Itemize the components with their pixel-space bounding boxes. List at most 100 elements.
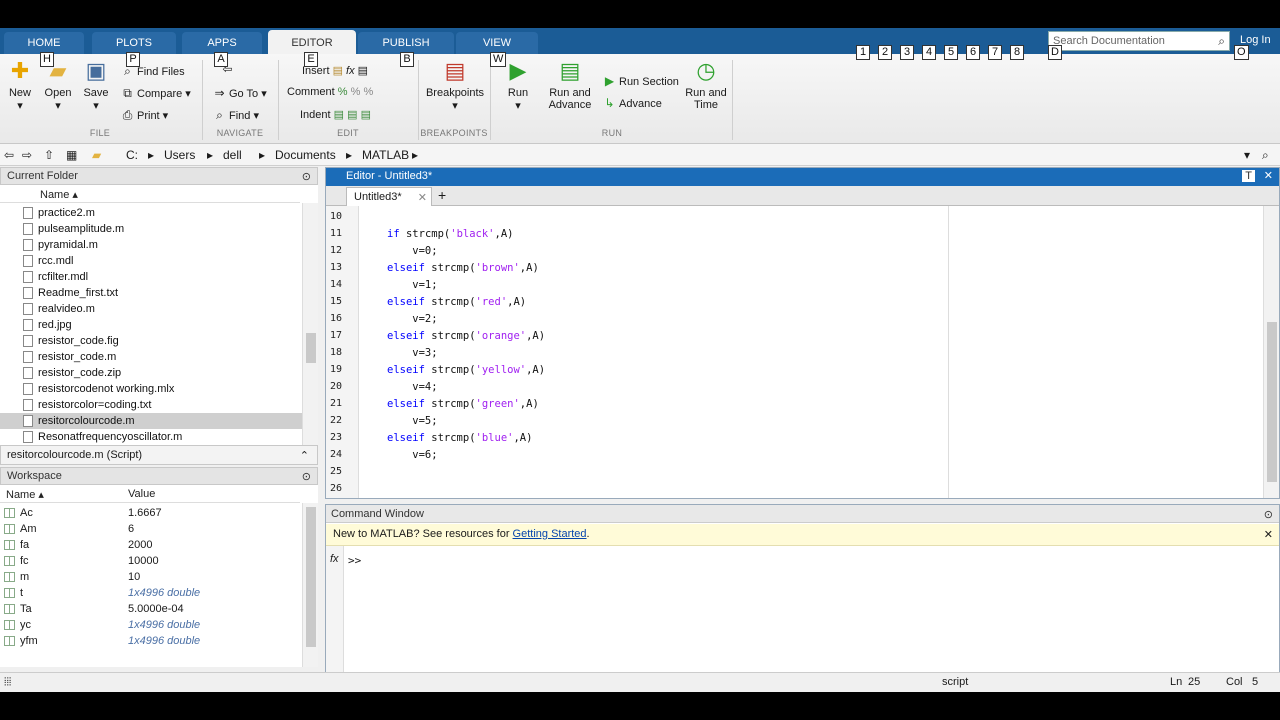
run-and-advance-button[interactable]: ▤ Run and Advance — [544, 58, 596, 111]
find-button[interactable]: ⌕ Find ▾ — [212, 108, 259, 123]
folder-scrollbar[interactable] — [302, 203, 318, 445]
code-line[interactable]: v=0; — [387, 245, 437, 257]
file-item[interactable]: red.jpg — [0, 317, 302, 333]
address-search-icon[interactable]: ⌕ — [1262, 148, 1269, 163]
collapse-details-icon[interactable]: ⌃ — [300, 449, 309, 462]
code-line[interactable]: elseif strcmp('green',A) — [387, 398, 539, 410]
quick-access-key-6[interactable]: 6 — [966, 45, 980, 60]
file-item[interactable]: rcc.mdl — [0, 253, 302, 269]
code-line[interactable]: elseif strcmp('yellow',A) — [387, 364, 545, 376]
code-line[interactable]: v=5; — [387, 415, 437, 427]
workspace-scrollbar[interactable] — [302, 503, 318, 667]
pane-menu-icon[interactable]: ⊙ — [1264, 508, 1273, 521]
variable-row[interactable]: Ta 5.0000e-04 — [0, 601, 302, 617]
breadcrumb-2[interactable]: dell — [223, 148, 242, 162]
tab-editor[interactable]: EDITOR — [268, 30, 356, 54]
new-tab-icon[interactable]: + — [438, 187, 446, 203]
breadcrumb-arrow-icon[interactable]: ▸ — [259, 148, 265, 162]
fx-icon[interactable]: fx — [330, 553, 339, 565]
file-item[interactable]: resistorcolor=coding.txt — [0, 397, 302, 413]
run-and-time-button[interactable]: ◷ Run and Time — [682, 58, 730, 111]
tab-view[interactable]: VIEW — [456, 32, 538, 54]
pane-menu-icon[interactable]: ⊙ — [302, 470, 311, 483]
breadcrumb-arrow-icon[interactable]: ▸ — [148, 148, 154, 162]
editor-undock-icon[interactable]: T — [1242, 170, 1255, 182]
quick-access-key-2[interactable]: 2 — [878, 45, 892, 60]
breakpoints-button[interactable]: ▤ Breakpoints ▾ — [424, 58, 486, 112]
file-item[interactable]: rcfilter.mdl — [0, 269, 302, 285]
print-button[interactable]: ⎙ Print ▾ — [120, 108, 169, 123]
file-item[interactable]: resitorcolourcode.m — [0, 413, 302, 429]
command-prompt[interactable]: >> — [348, 554, 361, 567]
breadcrumb-0[interactable]: C: — [126, 148, 138, 162]
pane-menu-icon[interactable]: ⊙ — [302, 170, 311, 183]
breadcrumb-arrow-icon[interactable]: ▸ — [346, 148, 352, 162]
indent-button[interactable]: Indent ▤ ▤ ▤ — [300, 108, 371, 121]
compare-button[interactable]: ⧉ Compare ▾ — [120, 86, 191, 101]
code-line[interactable]: elseif strcmp('orange',A) — [387, 330, 545, 342]
breadcrumb-1[interactable]: Users — [164, 148, 195, 162]
variable-row[interactable]: yfm 1x4996 double — [0, 633, 302, 649]
breadcrumb-4[interactable]: MATLAB — [362, 148, 409, 162]
close-notice-icon[interactable]: ✕ — [1264, 528, 1273, 541]
file-item[interactable]: pulseamplitude.m — [0, 221, 302, 237]
new-button[interactable]: ✚ New ▾ — [6, 58, 34, 112]
run-section-button[interactable]: ▶ Run Section — [602, 74, 679, 88]
quick-access-key-7[interactable]: 7 — [988, 45, 1002, 60]
file-item[interactable]: Resonatfrequencyoscillator.m — [0, 429, 302, 445]
tab-plots[interactable]: PLOTS — [92, 32, 176, 54]
code-line[interactable]: v=6; — [387, 449, 437, 461]
file-item[interactable]: Readme_first.txt — [0, 285, 302, 301]
go-to-button[interactable]: ⇒ Go To ▾ — [212, 86, 266, 100]
code-line[interactable]: v=2; — [387, 313, 437, 325]
code-line[interactable]: elseif strcmp('red',A) — [387, 296, 526, 308]
variable-row[interactable]: fc 10000 — [0, 553, 302, 569]
code-line[interactable]: v=3; — [387, 347, 437, 359]
variable-row[interactable]: m 10 — [0, 569, 302, 585]
variable-row[interactable]: yc 1x4996 double — [0, 617, 302, 633]
quick-access-key-3[interactable]: 3 — [900, 45, 914, 60]
quick-access-key-5[interactable]: 5 — [944, 45, 958, 60]
close-tab-icon[interactable]: ✕ — [418, 191, 427, 204]
editor-scrollbar[interactable] — [1263, 206, 1279, 498]
name-column-header[interactable]: Name ▴ — [0, 185, 300, 203]
file-item[interactable]: realvideo.m — [0, 301, 302, 317]
tab-apps[interactable]: APPS — [182, 32, 262, 54]
quick-access-key-1[interactable]: 1 — [856, 45, 870, 60]
file-item[interactable]: resistor_code.m — [0, 349, 302, 365]
search-icon[interactable]: ⌕ — [1218, 34, 1225, 49]
variable-row[interactable]: fa 2000 — [0, 537, 302, 553]
code-line[interactable]: elseif strcmp('blue',A) — [387, 432, 532, 444]
breadcrumb-arrow-icon[interactable]: ▸ — [412, 148, 418, 162]
code-line[interactable]: v=4; — [387, 381, 437, 393]
search-documentation-input[interactable]: Search Documentation ⌕ — [1048, 31, 1230, 51]
tab-home[interactable]: HOME — [4, 32, 84, 54]
getting-started-link[interactable]: Getting Started — [513, 528, 587, 540]
code-line[interactable]: v=1; — [387, 279, 437, 291]
breadcrumb-arrow-icon[interactable]: ▸ — [207, 148, 213, 162]
quick-access-key-4[interactable]: 4 — [922, 45, 936, 60]
code-line[interactable]: if strcmp('black',A) — [387, 228, 513, 240]
code-line[interactable]: elseif strcmp('brown',A) — [387, 262, 539, 274]
name-column-header[interactable]: Name — [6, 489, 35, 501]
forward-icon[interactable]: ⇨ — [22, 148, 32, 162]
variable-row[interactable]: Ac 1.6667 — [0, 505, 302, 521]
advance-button[interactable]: ↳ Advance — [602, 96, 661, 110]
up-folder-icon[interactable]: ⇧ — [44, 148, 54, 162]
file-item[interactable]: practice2.m — [0, 205, 302, 221]
variable-row[interactable]: t 1x4996 double — [0, 585, 302, 601]
address-dropdown-icon[interactable]: ▾ — [1244, 148, 1250, 162]
comment-button[interactable]: Comment % % % — [287, 86, 373, 98]
browse-folder-icon[interactable]: ▦ — [66, 148, 77, 162]
variable-row[interactable]: Am 6 — [0, 521, 302, 537]
quick-access-key-8[interactable]: 8 — [1010, 45, 1024, 60]
file-item[interactable]: resistorcodenot working.mlx — [0, 381, 302, 397]
details-panel[interactable]: resitorcolourcode.m (Script) ⌃ — [0, 445, 318, 465]
file-item[interactable]: pyramidal.m — [0, 237, 302, 253]
tab-publish[interactable]: PUBLISH — [358, 32, 454, 54]
tab-untitled3[interactable]: Untitled3* ✕ — [346, 187, 432, 206]
back-icon[interactable]: ⇦ — [4, 148, 14, 162]
value-column-header[interactable]: Value — [128, 488, 155, 500]
file-item[interactable]: resistor_code.fig — [0, 333, 302, 349]
close-editor-icon[interactable]: ✕ — [1264, 169, 1273, 182]
